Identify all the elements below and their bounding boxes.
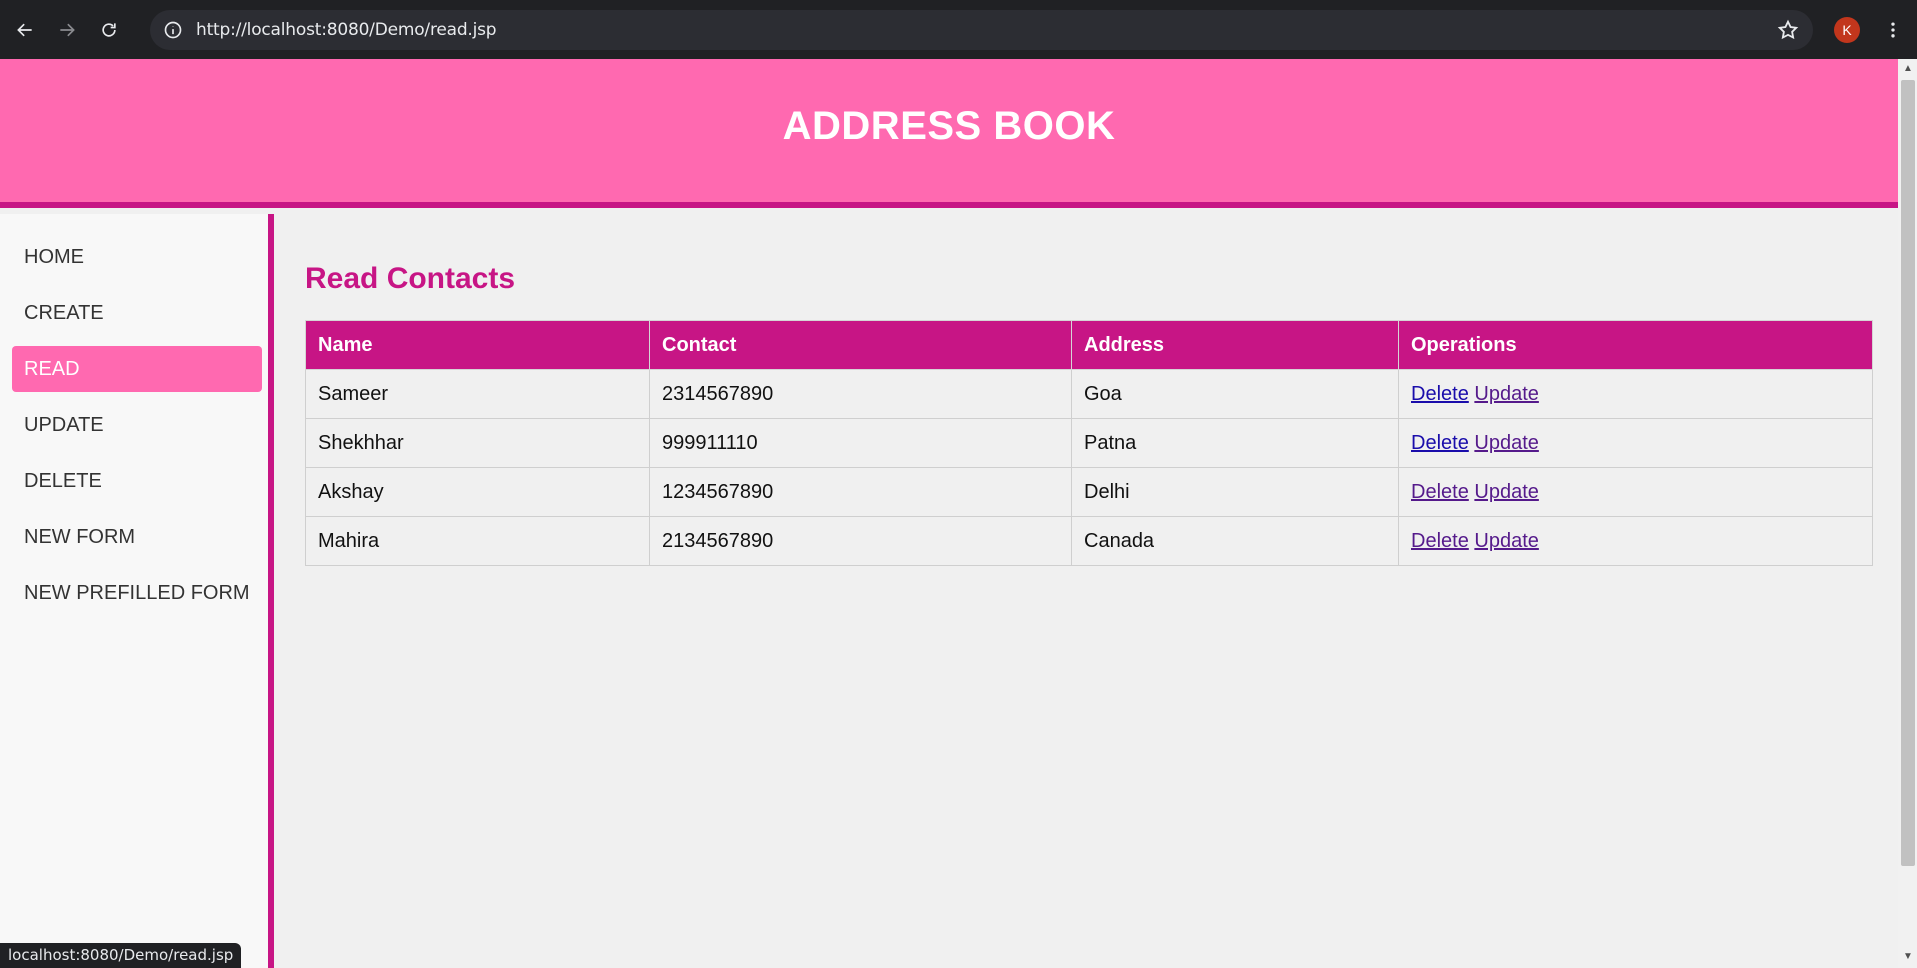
cell-contact: 2314567890 [649, 369, 1072, 419]
sidebar-item-new-prefilled-form[interactable]: NEW PREFILLED FORM [12, 570, 262, 616]
cell-name: Sameer [305, 369, 650, 419]
update-link[interactable]: Update [1474, 530, 1539, 552]
sidebar-item-new-form[interactable]: NEW FORM [12, 514, 262, 560]
sidebar-item-create[interactable]: CREATE [12, 290, 262, 336]
column-header-address: Address [1071, 320, 1399, 370]
cell-name: Mahira [305, 516, 650, 566]
cell-operations: Delete Update [1398, 516, 1873, 566]
cell-contact: 2134567890 [649, 516, 1072, 566]
address-bar[interactable]: http://localhost:8080/Demo/read.jsp [150, 10, 1813, 50]
cell-operations: Delete Update [1398, 467, 1873, 517]
cell-name: Akshay [305, 467, 650, 517]
delete-link[interactable]: Delete [1411, 530, 1469, 552]
update-link[interactable]: Update [1474, 432, 1539, 454]
cell-contact: 1234567890 [649, 467, 1072, 517]
scroll-down-arrow-icon[interactable]: ▼ [1901, 950, 1915, 964]
update-link[interactable]: Update [1474, 383, 1539, 405]
bookmark-star-icon[interactable] [1777, 19, 1799, 41]
link-status-bar: localhost:8080/Demo/read.jsp [0, 943, 242, 968]
table-row: Shekhhar 999911110 Patna Delete Update [305, 418, 1873, 468]
reload-icon[interactable] [92, 13, 126, 47]
table-row: Akshay 1234567890 Delhi Delete Update [305, 467, 1873, 517]
cell-address: Patna [1071, 418, 1399, 468]
url-text[interactable]: http://localhost:8080/Demo/read.jsp [196, 20, 497, 40]
scrollbar-thumb[interactable] [1901, 80, 1915, 866]
table-row: Sameer 2314567890 Goa Delete Update [305, 369, 1873, 419]
page-header: ADDRESS BOOK [0, 59, 1898, 208]
back-icon[interactable] [8, 13, 42, 47]
cell-address: Canada [1071, 516, 1399, 566]
sidebar-item-update[interactable]: UPDATE [12, 402, 262, 448]
table-row: Mahira 2134567890 Canada Delete Update [305, 516, 1873, 566]
forward-icon[interactable] [50, 13, 84, 47]
column-header-name: Name [305, 320, 650, 370]
contacts-table: Name Contact Address Operations Sameer 2… [305, 320, 1873, 566]
cell-address: Delhi [1071, 467, 1399, 517]
delete-link[interactable]: Delete [1411, 432, 1469, 454]
sidebar-nav: HOME CREATE READ UPDATE DELETE NEW FORM … [0, 214, 274, 968]
column-header-contact: Contact [649, 320, 1072, 370]
browser-toolbar: http://localhost:8080/Demo/read.jsp K [0, 0, 1917, 59]
cell-address: Goa [1071, 369, 1399, 419]
delete-link[interactable]: Delete [1411, 481, 1469, 503]
cell-name: Shekhhar [305, 418, 650, 468]
cell-operations: Delete Update [1398, 418, 1873, 468]
delete-link[interactable]: Delete [1411, 383, 1469, 405]
column-header-operations: Operations [1398, 320, 1873, 370]
scroll-up-arrow-icon[interactable]: ▲ [1901, 62, 1915, 76]
sidebar-item-home[interactable]: HOME [12, 234, 262, 280]
update-link[interactable]: Update [1474, 481, 1539, 503]
page-title: ADDRESS BOOK [782, 104, 1116, 148]
section-title: Read Contacts [305, 262, 516, 295]
profile-avatar[interactable]: K [1834, 17, 1860, 43]
sidebar-item-read[interactable]: READ [12, 346, 262, 392]
cell-contact: 999911110 [649, 418, 1072, 468]
sidebar-item-delete[interactable]: DELETE [12, 458, 262, 504]
table-header-row: Name Contact Address Operations [305, 320, 1873, 370]
cell-operations: Delete Update [1398, 369, 1873, 419]
site-info-icon[interactable] [162, 19, 184, 41]
more-menu-icon[interactable] [1880, 17, 1906, 43]
main-content: Read Contacts Name Contact Address Opera… [305, 214, 1873, 566]
